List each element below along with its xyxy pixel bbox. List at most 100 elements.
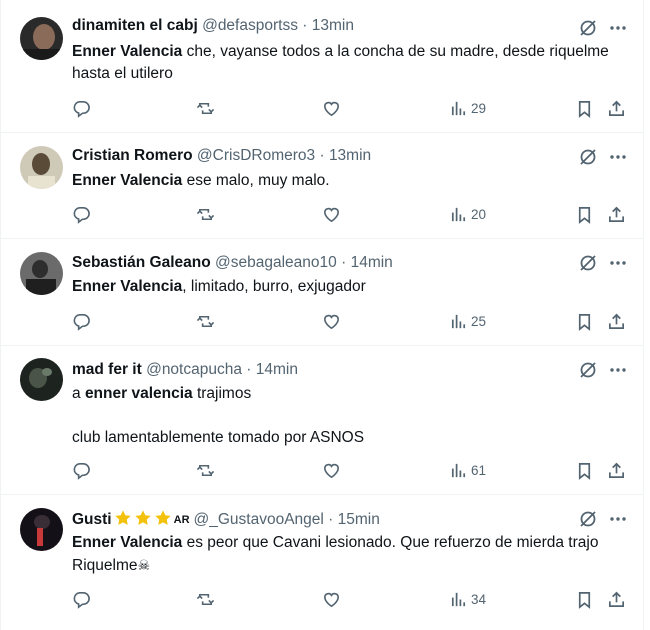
retweet-button[interactable] — [196, 204, 215, 224]
reply-icon — [73, 462, 90, 480]
bookmark-button[interactable] — [575, 204, 594, 224]
retweet-button[interactable] — [196, 98, 215, 118]
text-body: ese malo, muy malo. — [182, 172, 330, 189]
timeline-right-border — [643, 0, 644, 630]
like-button[interactable] — [322, 204, 341, 224]
tweet[interactable]: Cristian Romero @CrisDRomero3 · 13min En… — [1, 133, 643, 239]
more-icon[interactable] — [608, 360, 628, 380]
display-name[interactable]: mad fer it — [72, 361, 142, 378]
views-button[interactable]: 20 — [449, 204, 486, 224]
share-button[interactable] — [607, 460, 626, 480]
share-button[interactable] — [607, 204, 626, 224]
avatar[interactable] — [20, 358, 63, 401]
timestamp[interactable]: 13min — [329, 147, 371, 164]
mention[interactable]: enner valencia — [85, 385, 193, 402]
timestamp[interactable]: 13min — [312, 17, 354, 34]
star-icon — [134, 509, 152, 533]
like-button[interactable] — [322, 98, 341, 118]
avatar[interactable] — [20, 252, 63, 295]
bookmark-button[interactable] — [575, 311, 594, 331]
views-button[interactable]: 61 — [449, 460, 486, 480]
tweet-text: a enner valencia trajimos — [72, 383, 632, 405]
reply-icon — [73, 100, 90, 118]
user-handle[interactable]: @CrisDRomero3 — [197, 147, 315, 164]
separator-dot: · — [302, 17, 308, 34]
star-icon — [154, 509, 172, 533]
share-button[interactable] — [607, 311, 626, 331]
bookmark-icon — [578, 591, 591, 609]
reply-icon — [73, 591, 90, 609]
avatar[interactable] — [20, 17, 63, 60]
bookmark-button[interactable] — [575, 98, 594, 118]
reply-button[interactable] — [72, 204, 91, 224]
timestamp[interactable]: 15min — [338, 511, 380, 528]
retweet-icon — [196, 315, 215, 327]
user-handle[interactable]: @notcapucha — [146, 361, 242, 378]
country-flag: AR — [173, 514, 190, 526]
timestamp[interactable]: 14min — [351, 254, 393, 271]
tweet-text: Enner Valencia che, vayanse todos a la c… — [72, 41, 632, 85]
reply-button[interactable] — [72, 311, 91, 331]
mention[interactable]: Enner Valencia — [72, 43, 182, 60]
tweet[interactable]: Sebastián Galeano @sebagaleano10 · 14min… — [1, 239, 643, 346]
retweet-icon — [196, 102, 215, 114]
user-handle[interactable]: @_GustavooAngel — [194, 511, 324, 528]
more-icon[interactable] — [608, 253, 628, 273]
mention[interactable]: Enner Valencia — [72, 172, 182, 189]
grok-icon[interactable] — [578, 509, 598, 529]
bookmark-button[interactable] — [575, 460, 594, 480]
tweet[interactable]: dinamiten el cabj @defasportss · 13min E… — [1, 0, 643, 133]
tweet-header: Sebastián Galeano @sebagaleano10 · 14min — [72, 253, 393, 273]
mention[interactable]: Enner Valencia — [72, 278, 182, 295]
avatar[interactable] — [20, 508, 63, 551]
views-count: 34 — [471, 591, 487, 607]
share-button[interactable] — [607, 98, 626, 118]
more-icon[interactable] — [608, 18, 628, 38]
views-button[interactable]: 25 — [449, 311, 486, 331]
reply-button[interactable] — [72, 589, 91, 609]
share-button[interactable] — [607, 589, 626, 609]
more-icon[interactable] — [608, 509, 628, 529]
views-count: 61 — [471, 462, 487, 478]
tweet[interactable]: mad fer it @notcapucha · 14min a enner v… — [1, 346, 643, 495]
views-count: 25 — [471, 313, 487, 329]
user-handle[interactable]: @sebagaleano10 — [215, 254, 337, 271]
like-button[interactable] — [322, 460, 341, 480]
like-button[interactable] — [322, 311, 341, 331]
reply-icon — [73, 313, 90, 331]
mention[interactable]: Enner Valencia — [72, 534, 182, 551]
grok-icon[interactable] — [578, 18, 598, 38]
tweet[interactable]: Gusti AR @_GustavooAngel · 15min Enner Val… — [1, 495, 643, 630]
like-icon — [324, 207, 339, 222]
display-name[interactable]: Cristian Romero — [72, 147, 193, 164]
display-name[interactable]: Gusti — [72, 511, 112, 528]
retweet-button[interactable] — [196, 460, 215, 480]
retweet-button[interactable] — [196, 311, 215, 331]
display-name[interactable]: dinamiten el cabj — [72, 17, 198, 34]
grok-icon[interactable] — [578, 253, 598, 273]
views-icon — [451, 101, 466, 115]
timestamp[interactable]: 14min — [256, 361, 298, 378]
text-body: , limitado, burro, exjugador — [182, 278, 366, 295]
more-icon[interactable] — [608, 147, 628, 167]
action-bar: 29 — [72, 98, 632, 118]
like-button[interactable] — [322, 589, 341, 609]
views-button[interactable]: 34 — [449, 589, 486, 609]
views-button[interactable]: 29 — [449, 98, 486, 118]
reply-button[interactable] — [72, 98, 91, 118]
bookmark-button[interactable] — [575, 589, 594, 609]
action-bar: 34 — [72, 589, 632, 609]
avatar[interactable] — [20, 146, 63, 189]
action-bar: 20 — [72, 204, 632, 224]
tweet-text-line2: club lamentablemente tomado por ASNOS — [72, 429, 365, 446]
display-name[interactable]: Sebastián Galeano — [72, 254, 211, 271]
grok-icon[interactable] — [578, 360, 598, 380]
tweet-header: Cristian Romero @CrisDRomero3 · 13min — [72, 146, 371, 166]
share-icon — [608, 206, 625, 222]
tweet-header: dinamiten el cabj @defasportss · 13min — [72, 16, 354, 36]
reply-button[interactable] — [72, 460, 91, 480]
retweet-button[interactable] — [196, 589, 215, 609]
grok-icon[interactable] — [578, 147, 598, 167]
bookmark-icon — [578, 100, 591, 118]
user-handle[interactable]: @defasportss — [202, 17, 298, 34]
